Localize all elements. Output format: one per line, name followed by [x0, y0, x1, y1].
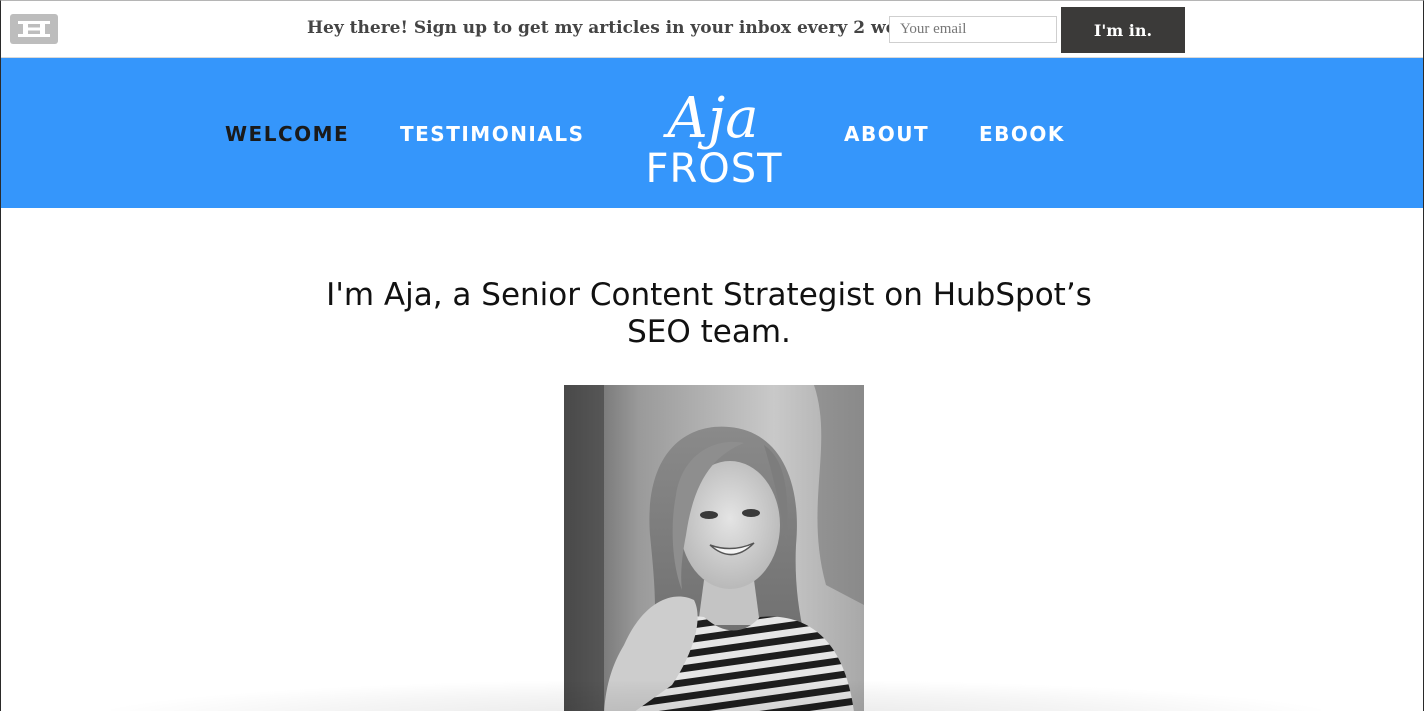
logo-line-1: Aja [662, 91, 758, 151]
nav-item-welcome[interactable]: WELCOME [225, 122, 349, 146]
nav-item-ebook[interactable]: EBOOK [979, 122, 1065, 146]
nav-item-testimonials[interactable]: TESTIMONIALS [400, 122, 585, 146]
page-headline: I'm Aja, a Senior Content Strategist on … [326, 277, 1092, 350]
page-frame: Hey there! Sign up to get my articles in… [0, 0, 1424, 711]
nav-item-about[interactable]: ABOUT [844, 122, 929, 146]
site-header: WELCOME TESTIMONIALS Aja FROST ABOUT EBO… [1, 58, 1423, 208]
profile-photo [564, 385, 864, 711]
email-input[interactable] [889, 16, 1057, 43]
site-logo[interactable]: Aja FROST [639, 91, 789, 187]
hellobar: Hey there! Sign up to get my articles in… [1, 1, 1423, 58]
content-shadow [111, 681, 1321, 711]
hellobar-message: Hey there! Sign up to get my articles in… [307, 18, 935, 38]
signup-button[interactable]: I'm in. [1061, 7, 1185, 53]
logo-line-2: FROST [645, 146, 782, 187]
hellobar-logo-icon[interactable] [10, 14, 58, 44]
